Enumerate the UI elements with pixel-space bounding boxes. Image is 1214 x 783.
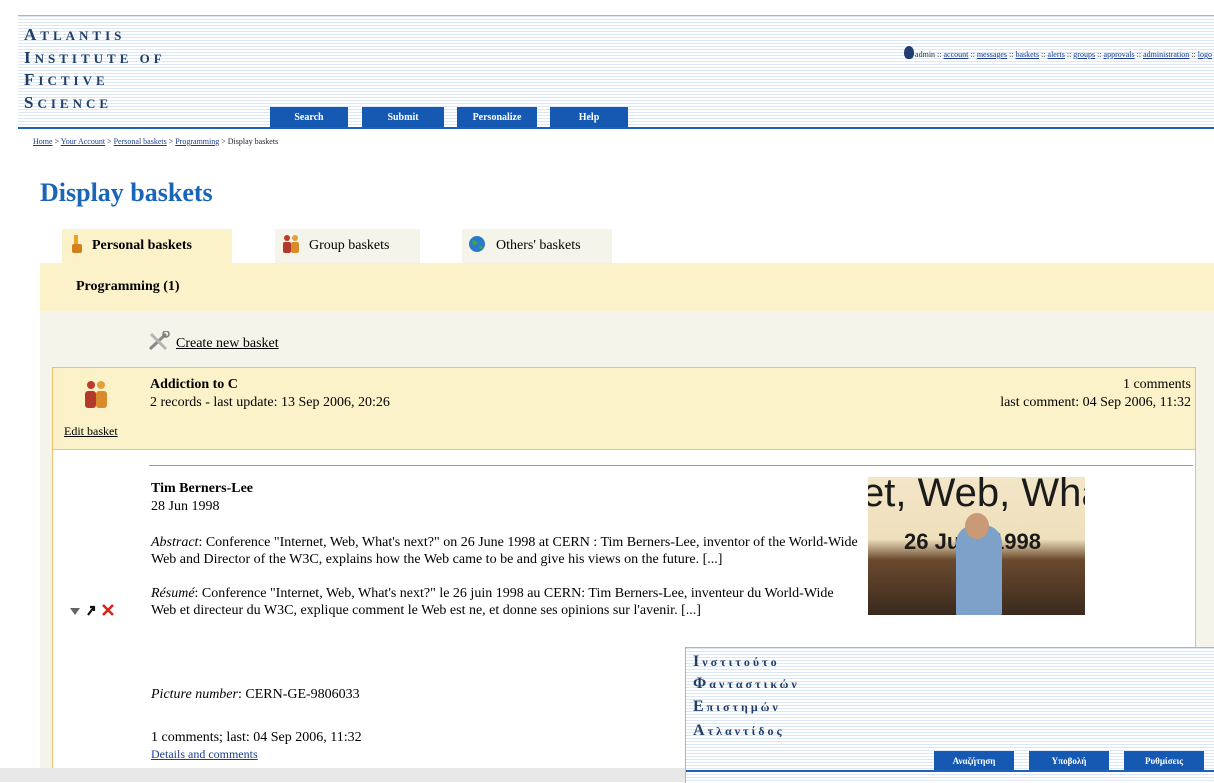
abstract-text: : Conference "Internet, Web, What's next…	[151, 535, 858, 567]
logo-line-2: Institute of	[24, 48, 166, 67]
details-comments-link[interactable]: Details and comments	[151, 747, 258, 762]
nav-tab-personalize[interactable]: Personalize	[457, 107, 537, 127]
basket-icon	[83, 380, 109, 415]
record-author: Tim Berners-Lee	[151, 481, 253, 496]
delete-icon[interactable]	[102, 603, 114, 621]
create-basket-label: Create new basket	[176, 335, 279, 351]
basket-meta: 2 records - last update: 13 Sep 2006, 20…	[150, 395, 390, 410]
abstract-label: Abstract	[151, 535, 199, 550]
tools-icon	[148, 330, 170, 356]
groups-link[interactable]: groups	[1073, 50, 1095, 59]
breadcrumb-programming[interactable]: Programming	[175, 137, 219, 146]
greek-tab-submit[interactable]: Υποβολή	[1029, 751, 1109, 770]
tab-personal-baskets-label: Personal baskets	[92, 238, 192, 253]
topic-title[interactable]: Programming (1)	[76, 279, 180, 295]
record-abstract: Abstract: Conference "Internet, Web, Wha…	[151, 534, 859, 568]
greek-site-overlay: Ινστιτούτο Φανταστικών Επιστημών Ατλαντί…	[685, 647, 1214, 783]
baskets-link[interactable]: baskets	[1016, 50, 1040, 59]
bottom-scroll-shade	[0, 768, 685, 782]
tab-group-baskets[interactable]: Group baskets	[275, 229, 420, 263]
page-title: Display baskets	[40, 178, 213, 207]
breadcrumb: Home > Your Account > Personal baskets >…	[33, 137, 279, 146]
approvals-link[interactable]: approvals	[1104, 50, 1135, 59]
user-icon	[904, 46, 915, 59]
greek-logo-line-2: Φανταστικών	[693, 675, 800, 692]
breadcrumb-personal-baskets[interactable]: Personal baskets	[114, 137, 167, 146]
greek-logo-line-3: Επιστημών	[693, 698, 781, 715]
move-down-icon[interactable]	[70, 603, 80, 621]
basket-last-comment: last comment: 04 Sep 2006, 11:32	[1000, 395, 1191, 410]
edit-basket-link[interactable]: Edit basket	[64, 424, 118, 439]
greek-tab-personalize[interactable]: Ρυθμίσεις	[1124, 751, 1204, 770]
record-picture-number: Picture number: CERN-GE-9806033	[151, 686, 360, 703]
breadcrumb-your-account[interactable]: Your Account	[61, 137, 105, 146]
picture-number-value: : CERN-GE-9806033	[237, 687, 360, 702]
nav-tab-search[interactable]: Search	[270, 107, 348, 127]
record-thumbnail[interactable]: et, Web, What 26 June 1998	[868, 477, 1085, 615]
record-comments-summary: 1 comments; last: 04 Sep 2006, 11:32	[151, 730, 362, 745]
external-link-icon[interactable]	[86, 603, 96, 621]
tab-personal-baskets[interactable]: Personal baskets	[62, 229, 232, 263]
messages-link[interactable]: messages	[977, 50, 1007, 59]
create-basket-link[interactable]: Create new basket	[148, 330, 279, 356]
user-name: admin	[915, 50, 936, 59]
logo-line-4: Science	[24, 93, 113, 112]
basket-name: Addiction to C	[150, 377, 238, 392]
globe-icon	[468, 235, 486, 258]
record-divider	[149, 465, 1193, 466]
account-link[interactable]: account	[944, 50, 969, 59]
group-basket-icon	[281, 234, 301, 259]
nav-tab-submit[interactable]: Submit	[362, 107, 444, 127]
tab-others-baskets[interactable]: Others' baskets	[462, 229, 612, 263]
tab-others-baskets-label: Others' baskets	[496, 238, 581, 253]
administration-link[interactable]: administration	[1143, 50, 1189, 59]
thumbnail-title-text: et, Web, What	[868, 477, 1085, 515]
personal-basket-icon	[70, 234, 84, 258]
basket-header: Edit basket Addiction to C 2 records - l…	[52, 367, 1196, 450]
breadcrumb-current: Display baskets	[227, 137, 279, 146]
logo-line-1: Atlantis	[24, 25, 126, 44]
topic-bar: Programming (1)	[40, 263, 1214, 311]
resume-text: : Conference "Internet, Web, What's next…	[151, 586, 834, 618]
record-date: 28 Jun 1998	[151, 499, 220, 514]
basket-comments-count: 1 comments	[1122, 377, 1191, 392]
alerts-link[interactable]: alerts	[1048, 50, 1065, 59]
greek-header-rule	[686, 770, 1214, 772]
account-bar: admin :: account :: messages :: baskets …	[904, 46, 1212, 59]
logout-link[interactable]: logo	[1198, 50, 1212, 59]
speaker-head	[965, 513, 989, 539]
breadcrumb-home[interactable]: Home	[33, 137, 53, 146]
record-resume: Résumé: Conference "Internet, Web, What'…	[151, 585, 851, 619]
nav-tab-help[interactable]: Help	[550, 107, 628, 127]
logo-line-3: Fictive	[24, 70, 109, 89]
greek-logo-line-4: Ατλαντίδος	[693, 722, 785, 739]
greek-tab-search[interactable]: Αναζήτηση	[934, 751, 1014, 770]
header-bottom-rule	[18, 127, 1214, 129]
greek-logo-line-1: Ινστιτούτο	[693, 653, 780, 670]
record-actions	[70, 603, 114, 621]
tab-group-baskets-label: Group baskets	[309, 238, 390, 253]
picture-number-label: Picture number	[151, 687, 238, 702]
resume-label: Résumé	[151, 586, 195, 601]
